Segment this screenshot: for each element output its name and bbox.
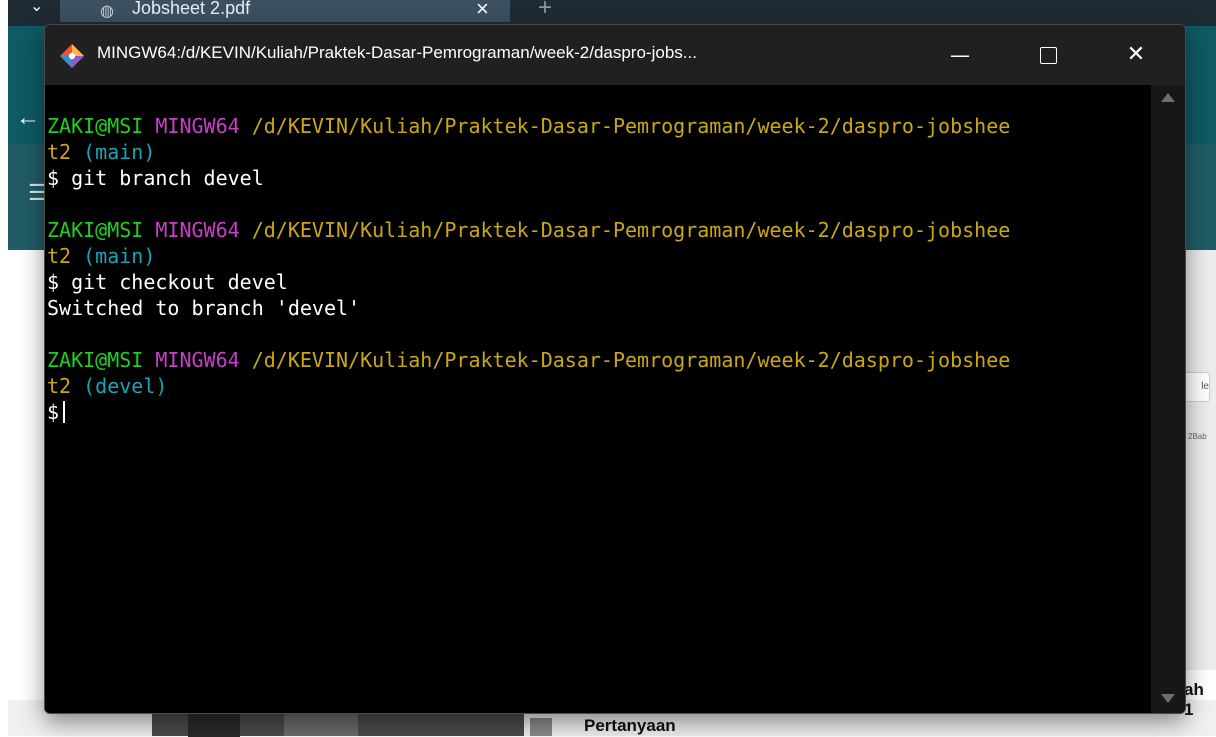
command-output: Switched to branch 'devel' <box>47 295 360 321</box>
browser-tab-jobsheet[interactable]: ◍ Jobsheet 2.pdf × <box>60 0 510 22</box>
command-text: $ git branch devel <box>47 166 264 190</box>
terminal-output[interactable]: ZAKI@MSI MINGW64 /d/KEVIN/Kuliah/Praktek… <box>45 85 1151 713</box>
tab-close-icon[interactable]: × <box>476 0 489 22</box>
terminal-window[interactable]: MINGW64:/d/KEVIN/Kuliah/Praktek-Dasar-Pe… <box>44 24 1186 714</box>
terminal-scrollbar[interactable] <box>1151 85 1185 713</box>
prompt-shell: MINGW64 <box>155 218 240 242</box>
window-title: MINGW64:/d/KEVIN/Kuliah/Praktek-Dasar-Pe… <box>97 43 697 62</box>
prompt-path: /d/KEVIN/Kuliah/Praktek-Dasar-Pemrograma… <box>251 114 1011 138</box>
scroll-up-arrow-icon[interactable] <box>1161 93 1175 102</box>
prompt-user: ZAKI@MSI <box>47 218 144 242</box>
output-text: Switched to branch 'devel' <box>47 296 361 320</box>
browser-tab-bar: ⌄ ◍ Jobsheet 2.pdf × + <box>8 0 1216 26</box>
prompt-branch: (main) <box>83 140 156 164</box>
prompt-path-wrap: t2 <box>47 140 72 164</box>
prompt-user: ZAKI@MSI <box>47 114 144 138</box>
back-arrow-icon[interactable]: ← <box>16 104 40 132</box>
terminal-titlebar[interactable]: MINGW64:/d/KEVIN/Kuliah/Praktek-Dasar-Pe… <box>45 25 1185 85</box>
prompt-shell: MINGW64 <box>155 348 240 372</box>
new-tab-button[interactable]: + <box>538 0 552 22</box>
prompt-path-wrap: t2 <box>47 244 72 268</box>
prompt-line-wrap: t2 (main) <box>47 243 155 269</box>
document-side-text: ah 1 <box>1184 680 1204 719</box>
prompt-path-wrap: t2 <box>47 374 72 398</box>
prompt-line-wrap: t2 (main) <box>47 139 155 165</box>
scroll-down-arrow-icon[interactable] <box>1161 694 1175 703</box>
input-line[interactable]: $ <box>47 399 66 425</box>
prompt-line-wrap: t2 (devel) <box>47 373 167 399</box>
maximize-button[interactable] <box>1003 25 1093 85</box>
close-button[interactable]: ✕ <box>1091 25 1181 85</box>
prompt-symbol: $ <box>47 400 60 424</box>
viewer-side-text: 2Bab <box>1188 432 1207 441</box>
maximize-icon <box>1039 47 1057 64</box>
prompt-line: ZAKI@MSI MINGW64 /d/KEVIN/Kuliah/Praktek… <box>47 113 1010 139</box>
prompt-line: ZAKI@MSI MINGW64 /d/KEVIN/Kuliah/Praktek… <box>47 347 1010 373</box>
prompt-branch: (main) <box>83 244 156 268</box>
globe-icon: ◍ <box>100 3 114 20</box>
prompt-line: ZAKI@MSI MINGW64 /d/KEVIN/Kuliah/Praktek… <box>47 217 1010 243</box>
prompt-branch: (devel) <box>83 374 168 398</box>
command-line: $ git checkout devel <box>47 269 288 295</box>
tab-dropdown-icon[interactable]: ⌄ <box>30 0 43 16</box>
command-text: $ git checkout devel <box>47 270 288 294</box>
checkbox-square <box>530 718 552 736</box>
text-cursor <box>63 401 66 423</box>
command-line: $ git branch devel <box>47 165 264 191</box>
prompt-path: /d/KEVIN/Kuliah/Praktek-Dasar-Pemrograma… <box>251 218 1011 242</box>
prompt-shell: MINGW64 <box>155 114 240 138</box>
prompt-user: ZAKI@MSI <box>47 348 144 372</box>
minimize-button[interactable]: — <box>915 25 1005 85</box>
git-bash-icon <box>60 44 84 68</box>
prompt-path: /d/KEVIN/Kuliah/Praktek-Dasar-Pemrograma… <box>251 348 1011 372</box>
browser-tab-label: Jobsheet 2.pdf <box>132 0 251 18</box>
document-heading: Pertanyaan <box>584 716 676 735</box>
